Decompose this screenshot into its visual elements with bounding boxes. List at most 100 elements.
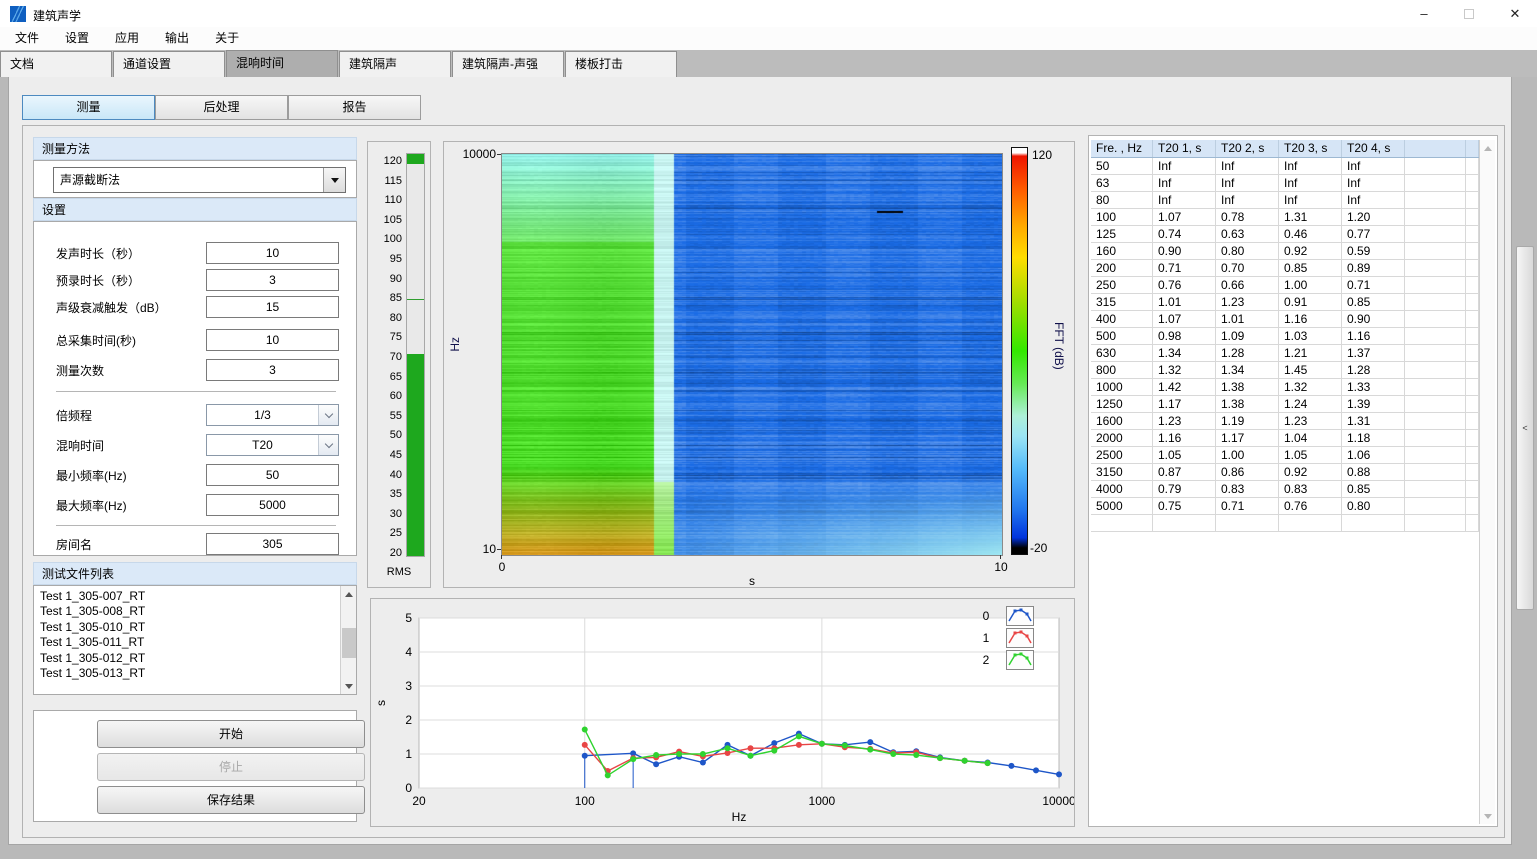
table-header-cell-0[interactable]: Fre. , Hz: [1091, 140, 1153, 157]
table-cell: [1466, 345, 1479, 362]
table-cell: [1466, 464, 1479, 481]
table-row-12[interactable]: 8001.321.341.451.28: [1091, 362, 1479, 379]
scroll-up-arrow-icon[interactable]: [341, 586, 356, 602]
main-tab-1[interactable]: 通道设置: [113, 51, 225, 77]
table-row-20[interactable]: 50000.750.710.760.80: [1091, 498, 1479, 515]
table-row-8[interactable]: 3151.011.230.910.85: [1091, 294, 1479, 311]
table-row-2[interactable]: 80InfInfInfInf: [1091, 192, 1479, 209]
menu-item-0[interactable]: 文件: [2, 27, 52, 50]
collapse-splitter[interactable]: <: [1516, 246, 1534, 610]
table-row-13[interactable]: 10001.421.381.321.33: [1091, 379, 1479, 396]
main-tab-5[interactable]: 楼板打击: [565, 51, 677, 77]
table-row-7[interactable]: 2500.760.661.000.71: [1091, 277, 1479, 294]
field-input-3[interactable]: 10: [206, 329, 339, 351]
rt-chart-panel: 01234520100100010000Hzs 012: [370, 598, 1075, 827]
file-list-scrollbar[interactable]: [340, 586, 356, 694]
main-tab-0[interactable]: 文档: [0, 51, 112, 77]
list-item-0[interactable]: Test 1_305-007_RT: [34, 589, 339, 604]
table-cell: [1405, 209, 1466, 226]
scroll-down-arrow-icon[interactable]: [341, 678, 357, 694]
table-row-6[interactable]: 2000.710.700.850.89: [1091, 260, 1479, 277]
main-tab-4[interactable]: 建筑隔声-声强: [452, 51, 564, 77]
main-tab-2[interactable]: 混响时间: [226, 50, 338, 77]
maximize-button[interactable]: [1447, 0, 1491, 27]
table-cell: [1405, 481, 1466, 498]
field-input-8[interactable]: 5000: [206, 494, 339, 516]
table-row-15[interactable]: 16001.231.191.231.31: [1091, 413, 1479, 430]
table-row-5[interactable]: 1600.900.800.920.59: [1091, 243, 1479, 260]
table-row-10[interactable]: 5000.981.091.031.16: [1091, 328, 1479, 345]
main-tab-3[interactable]: 建筑隔声: [339, 51, 451, 77]
results-table-panel: Fre. , HzT20 1, sT20 2, sT20 3, sT20 4, …: [1088, 135, 1498, 827]
table-row-21[interactable]: [1091, 515, 1479, 532]
list-item-5[interactable]: Test 1_305-013_RT: [34, 666, 339, 681]
scroll-down-arrow-icon[interactable]: [1480, 808, 1496, 824]
field-combo-5[interactable]: 1/3: [206, 404, 339, 426]
table-header-cell-4[interactable]: T20 4, s: [1342, 140, 1405, 157]
field-input-7[interactable]: 50: [206, 464, 339, 486]
table-cell: 4000: [1091, 481, 1153, 498]
field-input-4[interactable]: 3: [206, 359, 339, 381]
test-file-list[interactable]: Test 1_305-007_RTTest 1_305-008_RTTest 1…: [33, 585, 357, 695]
field-input-0[interactable]: 10: [206, 242, 339, 264]
results-table[interactable]: Fre. , HzT20 1, sT20 2, sT20 3, sT20 4, …: [1091, 140, 1479, 532]
table-header-cell-3[interactable]: T20 3, s: [1279, 140, 1342, 157]
table-header-cell-6[interactable]: [1466, 140, 1479, 157]
table-row-19[interactable]: 40000.790.830.830.85: [1091, 481, 1479, 498]
close-button[interactable]: ✕: [1493, 0, 1537, 27]
table-row-18[interactable]: 31500.870.860.920.88: [1091, 464, 1479, 481]
table-cell: Inf: [1279, 175, 1342, 192]
table-cell: 2500: [1091, 447, 1153, 464]
spectrogram-image[interactable]: [501, 153, 1003, 556]
field-input-9[interactable]: 305: [206, 533, 339, 555]
sub-tab-1[interactable]: 后处理: [155, 95, 288, 120]
legend-row-0[interactable]: 0: [966, 605, 1034, 627]
table-row-3[interactable]: 1001.070.781.311.20: [1091, 209, 1479, 226]
table-row-11[interactable]: 6301.341.281.211.37: [1091, 345, 1479, 362]
menu-item-3[interactable]: 输出: [152, 27, 202, 50]
table-header-cell-5[interactable]: [1405, 140, 1466, 157]
method-combo[interactable]: 声源截断法: [53, 167, 346, 193]
list-item-2[interactable]: Test 1_305-010_RT: [34, 620, 339, 635]
table-cell: [1466, 226, 1479, 243]
table-cell: 400: [1091, 311, 1153, 328]
table-cell: 1.39: [1342, 396, 1405, 413]
list-item-1[interactable]: Test 1_305-008_RT: [34, 604, 339, 619]
scrollbar-thumb[interactable]: [342, 628, 356, 658]
table-cell: [1466, 328, 1479, 345]
field-label-0: 发声时长（秒）: [56, 245, 140, 262]
legend-row-2[interactable]: 2: [966, 649, 1034, 671]
legend-row-1[interactable]: 1: [966, 627, 1034, 649]
table-row-4[interactable]: 1250.740.630.460.77: [1091, 226, 1479, 243]
scroll-up-arrow-icon[interactable]: [1480, 140, 1495, 156]
field-input-1[interactable]: 3: [206, 269, 339, 291]
table-row-14[interactable]: 12501.171.381.241.39: [1091, 396, 1479, 413]
field-input-2[interactable]: 15: [206, 296, 339, 318]
minimize-button[interactable]: –: [1402, 0, 1446, 27]
list-item-3[interactable]: Test 1_305-011_RT: [34, 635, 339, 650]
sub-tab-2[interactable]: 报告: [288, 95, 421, 120]
table-cell: 0.71: [1216, 498, 1279, 515]
table-row-0[interactable]: 50InfInfInfInf: [1091, 158, 1479, 175]
field-combo-6[interactable]: T20: [206, 434, 339, 456]
table-scrollbar[interactable]: [1479, 140, 1495, 824]
table-row-1[interactable]: 63InfInfInfInf: [1091, 175, 1479, 192]
list-item-4[interactable]: Test 1_305-012_RT: [34, 651, 339, 666]
menu-item-1[interactable]: 设置: [52, 27, 102, 50]
menu-item-2[interactable]: 应用: [102, 27, 152, 50]
table-row-17[interactable]: 25001.051.001.051.06: [1091, 447, 1479, 464]
rms-tick-25: 25: [370, 527, 402, 539]
table-header-cell-2[interactable]: T20 2, s: [1216, 140, 1279, 157]
sub-tab-0[interactable]: 测量: [22, 95, 155, 120]
table-header-cell-1[interactable]: T20 1, s: [1153, 140, 1216, 157]
table-row-9[interactable]: 4001.071.011.160.90: [1091, 311, 1479, 328]
save-results-button[interactable]: 保存结果: [97, 786, 365, 814]
combo-dropdown-button[interactable]: [318, 405, 338, 425]
menu-item-4[interactable]: 关于: [202, 27, 252, 50]
combo-dropdown-button[interactable]: [318, 435, 338, 455]
start-button[interactable]: 开始: [97, 720, 365, 748]
table-row-16[interactable]: 20001.161.171.041.18: [1091, 430, 1479, 447]
table-cell: 1.05: [1153, 447, 1216, 464]
method-combo-dropdown-button[interactable]: [323, 168, 345, 192]
svg-text:1: 1: [405, 747, 412, 761]
